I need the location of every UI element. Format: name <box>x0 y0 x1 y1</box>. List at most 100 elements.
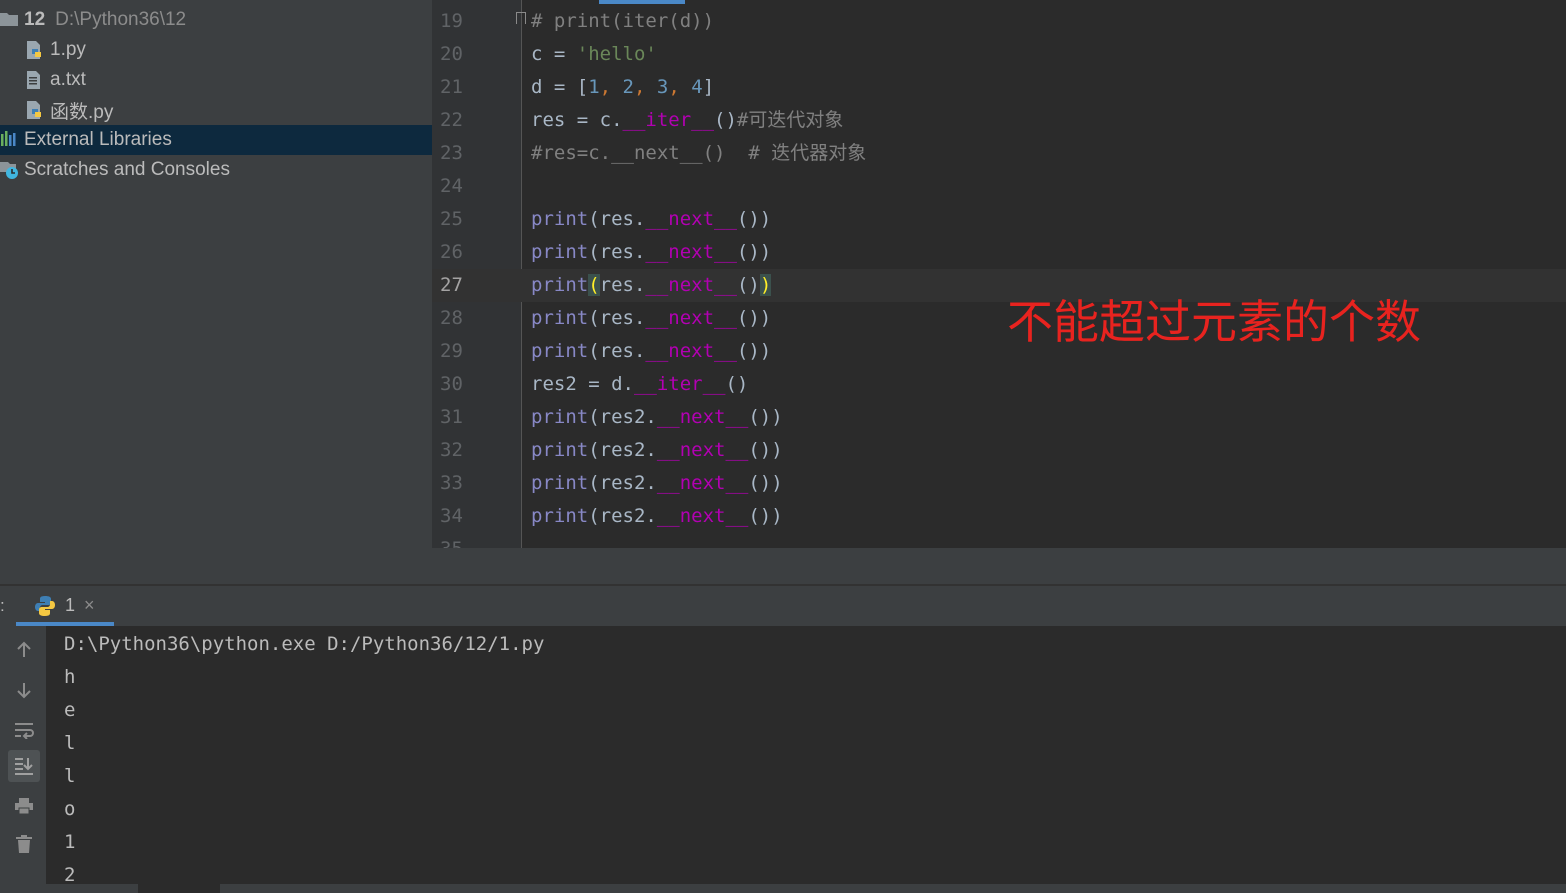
code-line[interactable]: 19 # print(iter(d)) <box>432 5 1566 38</box>
code-token: print <box>531 241 589 263</box>
code-token: ()) <box>736 208 772 230</box>
trash-icon[interactable] <box>8 828 40 860</box>
line-number: 23 <box>440 142 463 164</box>
run-tool-window-header: : 1 × <box>0 584 1566 626</box>
code-token: 4 <box>691 76 703 98</box>
code-token: c = <box>531 43 577 65</box>
folder-icon <box>0 10 18 30</box>
code-line[interactable]: 31 print(res2.__next__()) <box>432 401 1566 434</box>
code-token: ()) <box>736 241 772 263</box>
code-token: #res=c.__next__() # 迭代器对象 <box>531 142 867 164</box>
run-toolbar <box>0 626 46 884</box>
tree-item-label: a.txt <box>50 69 86 90</box>
code-token: , <box>634 76 657 98</box>
code-token: res = c. <box>531 109 623 131</box>
line-number: 20 <box>440 43 463 65</box>
line-number: 33 <box>440 472 463 494</box>
code-line[interactable]: 21 d = [1, 2, 3, 4] <box>432 71 1566 104</box>
code-token: () <box>736 274 760 296</box>
code-token: __next__ <box>656 406 749 428</box>
code-token: 1 <box>588 76 600 98</box>
tree-item-external-libraries[interactable]: External Libraries <box>0 125 432 155</box>
code-token: print <box>531 505 589 527</box>
arrow-down-icon[interactable] <box>8 674 40 706</box>
tree-item-a-txt[interactable]: a.txt <box>0 65 432 95</box>
code-token: ()) <box>748 505 783 527</box>
code-line[interactable]: 34 print(res2.__next__()) <box>432 500 1566 533</box>
code-token: print <box>531 340 589 362</box>
code-text: print(res2.__next__()) <box>531 467 783 500</box>
code-token: # print(iter(d)) <box>531 10 715 32</box>
code-token: () <box>725 373 749 395</box>
project-root-node[interactable]: 12 D:\Python36\12 <box>0 5 432 35</box>
code-token: print <box>531 208 589 230</box>
line-number: 21 <box>440 76 463 98</box>
code-token: () <box>714 109 737 131</box>
code-line[interactable]: 20 c = 'hello' <box>432 38 1566 71</box>
code-token: __next__ <box>645 208 737 230</box>
code-token: ()) <box>748 406 783 428</box>
scroll-to-end-icon[interactable] <box>8 750 40 782</box>
code-token: res. <box>599 274 646 296</box>
code-token: (res. <box>588 241 646 263</box>
code-text: print(res.__next__()) <box>531 302 771 335</box>
active-tab-indicator <box>599 0 685 4</box>
code-line[interactable]: 26 print(res.__next__()) <box>432 236 1566 269</box>
code-token: , <box>668 76 692 98</box>
code-line[interactable]: 25 print(res.__next__()) <box>432 203 1566 236</box>
tree-item-1-py[interactable]: 1.py <box>0 35 432 65</box>
tree-item-label: Scratches and Consoles <box>24 159 230 180</box>
run-tab-label: 1 <box>65 595 76 615</box>
code-line[interactable]: 23 #res=c.__next__() # 迭代器对象 <box>432 137 1566 170</box>
code-token: ()) <box>736 307 772 329</box>
code-line[interactable]: 30 res2 = d.__iter__() <box>432 368 1566 401</box>
code-token: , <box>599 76 623 98</box>
horizontal-scrollbar[interactable] <box>0 884 1566 893</box>
console-output[interactable]: D:\Python36\python.exe D:/Python36/12/1.… <box>46 626 1566 884</box>
scrollbar-thumb[interactable] <box>138 884 220 893</box>
arrow-up-icon[interactable] <box>8 634 40 666</box>
code-token: __next__ <box>656 472 749 494</box>
python-file-icon <box>26 100 44 120</box>
code-line[interactable]: 22 res = c.__iter__()#可迭代对象 <box>432 104 1566 137</box>
code-editor[interactable]: 19 # print(iter(d)) 20 c = 'hello' 21 d = [1,… <box>432 0 1566 584</box>
code-token: ( <box>588 274 600 296</box>
soft-wrap-icon[interactable] <box>8 714 40 746</box>
code-text: #res=c.__next__() # 迭代器对象 <box>531 137 866 170</box>
line-number: 24 <box>440 175 463 197</box>
code-token: ()) <box>748 439 783 461</box>
run-tab-1[interactable]: 1 × <box>16 586 114 626</box>
python-icon <box>34 595 56 622</box>
code-token: 2 <box>622 76 634 98</box>
text-file-icon <box>26 70 44 90</box>
editor-bottom-area <box>432 548 1566 584</box>
code-token: #可迭代对象 <box>736 109 844 131</box>
close-icon[interactable]: × <box>84 595 95 616</box>
code-token: print <box>531 406 589 428</box>
code-token: ()) <box>736 340 772 362</box>
code-text: print(res.__next__()) <box>531 236 771 269</box>
code-text: print(res2.__next__()) <box>531 500 783 533</box>
libraries-icon <box>0 130 18 150</box>
console-line: 2 <box>64 864 76 884</box>
fold-marker-icon[interactable] <box>516 12 526 24</box>
line-number: 26 <box>440 241 463 263</box>
code-line[interactable]: 33 print(res2.__next__()) <box>432 467 1566 500</box>
project-root-path: D:\Python36\12 <box>55 9 187 30</box>
tree-item-hanshu-py[interactable]: 函数.py <box>0 95 432 125</box>
tree-item-scratches[interactable]: Scratches and Consoles <box>0 155 432 185</box>
console-line: 1 <box>64 831 76 853</box>
code-line[interactable]: 32 print(res2.__next__()) <box>432 434 1566 467</box>
code-text: print(res.__next__()) <box>531 335 771 368</box>
code-line[interactable]: 24 <box>432 170 1566 203</box>
code-token: __next__ <box>645 241 737 263</box>
console-line: o <box>64 798 76 820</box>
code-token: d = [ <box>531 76 589 98</box>
line-number: 25 <box>440 208 463 230</box>
code-token: 'hello' <box>576 43 657 65</box>
code-text: c = 'hello' <box>531 38 657 71</box>
code-text: res2 = d.__iter__() <box>531 368 748 401</box>
line-number: 30 <box>440 373 463 395</box>
print-icon[interactable] <box>8 790 40 822</box>
console-line: D:\Python36\python.exe D:/Python36/12/1.… <box>64 633 545 655</box>
